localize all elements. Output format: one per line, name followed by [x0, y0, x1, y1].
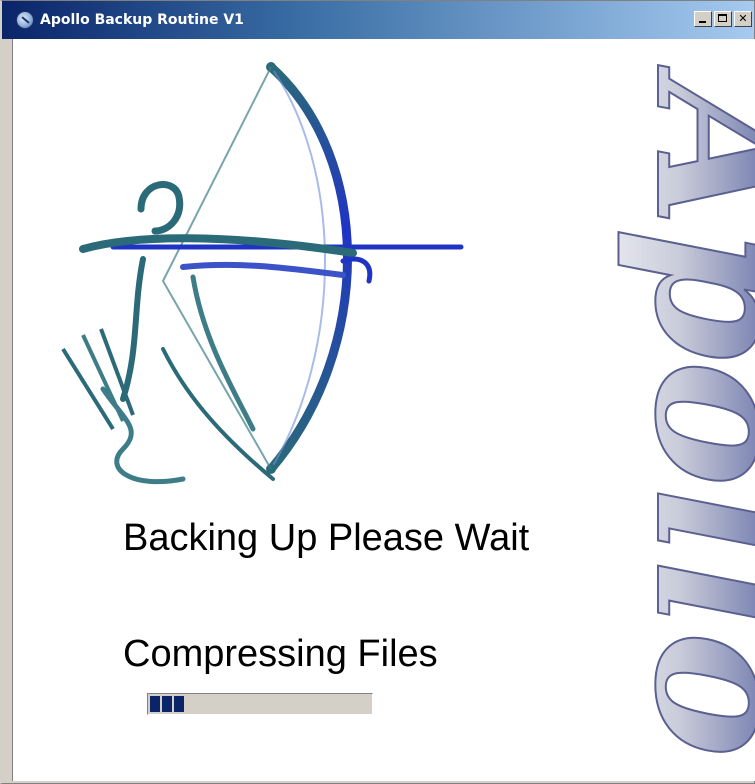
caption-buttons: ✕	[694, 11, 752, 27]
close-icon: ✕	[738, 12, 748, 25]
title-bar[interactable]: Apollo Backup Routine V1 ✕	[2, 1, 754, 39]
progress-block	[150, 696, 160, 712]
status-message: Backing Up Please Wait	[123, 517, 530, 559]
archer-logo	[61, 62, 464, 485]
apollo-wordmark-logo: Apollo	[612, 64, 755, 759]
apollo-app-icon[interactable]	[16, 11, 34, 29]
window-title: Apollo Backup Routine V1	[40, 12, 244, 28]
close-button[interactable]: ✕	[734, 11, 752, 27]
splash-content: Apollo Backing Up Please Wait Compressin…	[12, 39, 755, 781]
progress-bar	[147, 693, 373, 715]
status-detail: Compressing Files	[123, 633, 438, 675]
apollo-wordmark-text: Apollo	[613, 65, 755, 758]
progress-block	[162, 696, 172, 712]
maximize-button[interactable]	[714, 11, 732, 27]
app-window: Apollo Backup Routine V1 ✕ Apollo Backin…	[0, 0, 755, 784]
minimize-icon	[699, 21, 706, 23]
progress-block	[174, 696, 184, 712]
minimize-button[interactable]	[694, 11, 712, 27]
maximize-icon	[718, 14, 727, 22]
